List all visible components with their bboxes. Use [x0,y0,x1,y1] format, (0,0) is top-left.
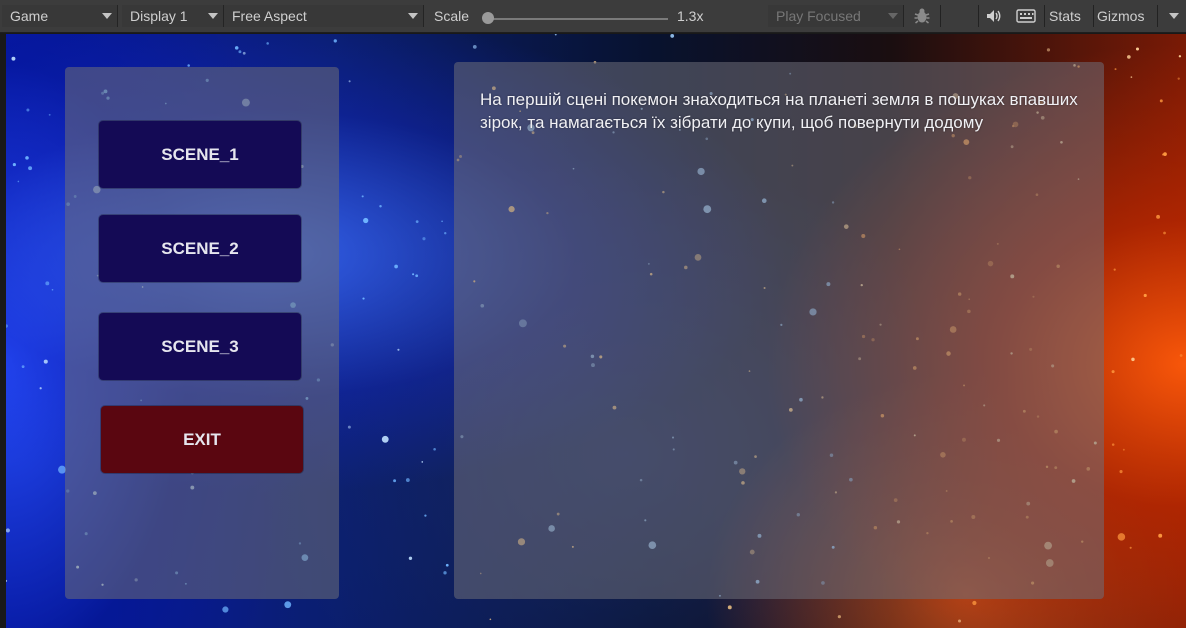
gizmos-button[interactable]: Gizmos [1097,5,1144,27]
scene-menu-panel: SCENE_1 SCENE_2 SCENE_3 EXIT [65,67,339,599]
scene-description-panel: На першій сцені покемон знаходиться на п… [454,62,1104,599]
keyboard-icon [1016,9,1036,23]
debug-button[interactable] [908,5,936,27]
scene-description-text: На першій сцені покемон знаходиться на п… [480,90,1078,132]
scene-2-button[interactable]: SCENE_2 [99,215,301,282]
aspect-dropdown[interactable]: Free Aspect [224,5,424,27]
aspect-label: Free Aspect [232,8,307,24]
play-mode-label: Play Focused [776,8,861,24]
scale-slider-track[interactable] [488,18,668,20]
mute-audio-button[interactable] [982,5,1006,27]
view-mode-label: Game [10,8,49,24]
gizmos-dropdown[interactable] [1158,5,1184,27]
chevron-down-icon [208,13,218,19]
game-viewport: SCENE_1 SCENE_2 SCENE_3 EXIT На першій с… [6,34,1186,628]
view-mode-dropdown[interactable]: Game [2,5,118,27]
display-dropdown[interactable]: Display 1 [122,5,224,27]
stats-button[interactable]: Stats [1049,5,1081,27]
chevron-down-icon [102,13,112,19]
scene-1-button[interactable]: SCENE_1 [99,121,301,188]
display-label: Display 1 [130,8,188,24]
chevron-down-icon [1169,13,1179,19]
scale-value: 1.3x [677,8,704,24]
scale-label: Scale [434,8,470,24]
chevron-down-icon [408,13,418,19]
scene-3-button[interactable]: SCENE_3 [99,313,301,380]
speaker-icon [987,10,1001,22]
scale-slider-handle[interactable] [482,12,494,24]
bug-icon [914,8,930,24]
game-view-toolbar: Game Display 1 Free Aspect Scale 1.3x Pl… [0,0,1186,33]
chevron-down-icon [888,13,898,19]
shortcuts-button[interactable] [1012,5,1040,27]
exit-button[interactable]: EXIT [101,406,303,473]
play-mode-dropdown[interactable]: Play Focused [768,5,904,27]
